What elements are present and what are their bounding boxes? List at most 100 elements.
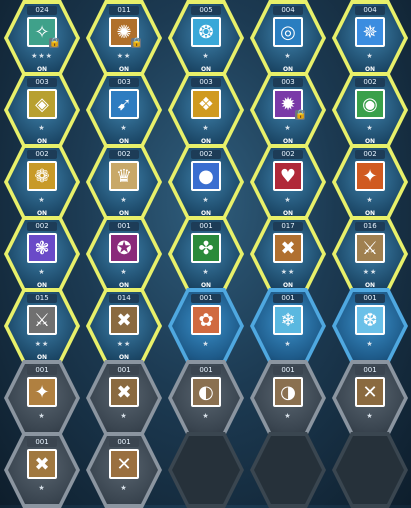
core-level: 016 — [355, 222, 385, 231]
star-rating: ★ — [120, 196, 128, 204]
core-level: 001 — [273, 366, 303, 375]
star-rating: ★ — [284, 124, 292, 132]
core-level: 001 — [109, 438, 139, 447]
star-rating: ★ — [202, 124, 210, 132]
core-level: 001 — [27, 366, 57, 375]
portal-ring-icon: ◎ — [273, 17, 303, 47]
core-level: 001 — [27, 438, 57, 447]
core-level: 002 — [27, 222, 57, 231]
sword-slash-icon: ⚔ — [27, 305, 57, 335]
core-slot[interactable]: 015 ⚔ ★★ ON — [4, 288, 80, 364]
crossed-weapons-icon: ⚔ — [355, 233, 385, 263]
core-slot[interactable]: 001 ✖ ★ — [4, 432, 80, 508]
core-slot[interactable]: 001 ✤ ★ ON — [168, 216, 244, 292]
core-slot[interactable]: 001 ✕ ★ — [86, 432, 162, 508]
star-rating: ★ — [38, 412, 46, 420]
core-slot[interactable]: 001 ◐ ★ — [168, 360, 244, 436]
core-slot[interactable]: 004 ◎ ★ ON — [250, 0, 326, 76]
core-slot[interactable]: 001 ❆ ★ — [332, 288, 408, 364]
empty-core-slot[interactable] — [168, 432, 244, 508]
dash-figure-icon: ➹ — [109, 89, 139, 119]
core-level: 001 — [109, 366, 139, 375]
frost-lotus-icon: ❆ — [355, 305, 385, 335]
core-slot[interactable]: 002 ♛ ★ ON — [86, 144, 162, 220]
star-rating: ★★ — [116, 52, 132, 60]
core-slot[interactable]: 002 ♥ ★ ON — [250, 144, 326, 220]
fire-fan-icon: ✦ — [355, 161, 385, 191]
core-level: 001 — [191, 294, 221, 303]
core-level: 017 — [273, 222, 303, 231]
core-slot[interactable]: 002 ✦ ★ ON — [332, 144, 408, 220]
star-rating: ★★ — [362, 268, 378, 276]
gold-emblem-icon: ◈ — [27, 89, 57, 119]
star-rating: ★ — [366, 340, 374, 348]
core-slot[interactable]: 011 ✺ 🔒 ★★ ON — [86, 0, 162, 76]
core-level: 001 — [355, 294, 385, 303]
core-slot[interactable]: 002 ◉ ★ ON — [332, 72, 408, 148]
star-rating: ★ — [284, 340, 292, 348]
star-rating: ★ — [120, 484, 128, 492]
core-slot[interactable]: 017 ✖ ★★ ON — [250, 216, 326, 292]
shield-rune-icon: ◐ — [191, 377, 221, 407]
core-slot[interactable]: 005 ❂ ★ ON — [168, 0, 244, 76]
golden-sigil-icon: ❖ — [191, 89, 221, 119]
empty-core-slot[interactable] — [332, 432, 408, 508]
core-slot[interactable]: 002 ❁ ★ ON — [4, 144, 80, 220]
core-level: 001 — [355, 366, 385, 375]
core-slot[interactable]: 003 ◈ ★ ON — [4, 72, 80, 148]
core-level: 014 — [109, 294, 139, 303]
core-slot[interactable]: 014 ✖ ★★ ON — [86, 288, 162, 364]
star-rating: ★ — [202, 268, 210, 276]
core-level: 004 — [273, 6, 303, 15]
core-level: 005 — [191, 6, 221, 15]
core-slot[interactable]: 001 ✿ ★ — [168, 288, 244, 364]
dark-eye-icon: ✪ — [109, 233, 139, 263]
core-slot[interactable]: 016 ⚔ ★★ ON — [332, 216, 408, 292]
core-level: 001 — [191, 222, 221, 231]
claw-strike-icon: ✖ — [109, 305, 139, 335]
core-slot[interactable]: 003 ✹ 🔒 ★ ON — [250, 72, 326, 148]
core-level: 015 — [27, 294, 57, 303]
hammer-rune-icon: ✕ — [109, 449, 139, 479]
core-level: 011 — [109, 6, 139, 15]
wind-spirit-icon: ❂ — [191, 17, 221, 47]
core-level: 024 — [27, 6, 57, 15]
boost-rune-icon: ✖ — [273, 233, 303, 263]
core-slot[interactable]: 002 ● ★ ON — [168, 144, 244, 220]
star-rating: ★ — [366, 52, 374, 60]
core-level: 003 — [109, 78, 139, 87]
star-rating: ★★ — [280, 268, 296, 276]
core-slot[interactable]: 002 ❃ ★ ON — [4, 216, 80, 292]
core-slot[interactable]: 001 ◑ ★ — [250, 360, 326, 436]
core-slot[interactable]: 024 ✧ 🔒 ★★★ ON — [4, 0, 80, 76]
core-slot[interactable]: 001 ✦ ★ — [4, 360, 80, 436]
lock-icon: 🔒 — [49, 38, 61, 48]
gold-ring-icon: ❁ — [27, 161, 57, 191]
star-rating: ★ — [202, 196, 210, 204]
spear-rune-icon: ✖ — [109, 377, 139, 407]
core-level: 001 — [191, 366, 221, 375]
star-rating: ★ — [120, 124, 128, 132]
core-slot[interactable]: 001 ✕ ★ — [332, 360, 408, 436]
core-level: 002 — [27, 150, 57, 159]
core-slot[interactable]: 001 ✪ ★ ON — [86, 216, 162, 292]
green-gem-icon: ✤ — [191, 233, 221, 263]
empty-core-slot[interactable] — [250, 432, 326, 508]
green-eye-icon: ◉ — [355, 89, 385, 119]
core-level: 001 — [109, 222, 139, 231]
blade-rune-icon: ✕ — [355, 377, 385, 407]
core-slot[interactable]: 001 ❄ ★ — [250, 288, 326, 364]
core-slot[interactable]: 003 ❖ ★ ON — [168, 72, 244, 148]
core-level: 002 — [355, 78, 385, 87]
core-level: 002 — [273, 150, 303, 159]
core-slot[interactable]: 003 ➹ ★ ON — [86, 72, 162, 148]
core-level: 003 — [273, 78, 303, 87]
star-rating: ★ — [366, 412, 374, 420]
star-rating: ★ — [38, 124, 46, 132]
core-slot[interactable]: 001 ✖ ★ — [86, 360, 162, 436]
axe-rune-icon: ✖ — [27, 449, 57, 479]
star-rating: ★ — [202, 412, 210, 420]
core-slot[interactable]: 004 ✵ ★ ON — [332, 0, 408, 76]
orb-rune-icon: ◑ — [273, 377, 303, 407]
fox-spirit-icon: ✿ — [191, 305, 221, 335]
